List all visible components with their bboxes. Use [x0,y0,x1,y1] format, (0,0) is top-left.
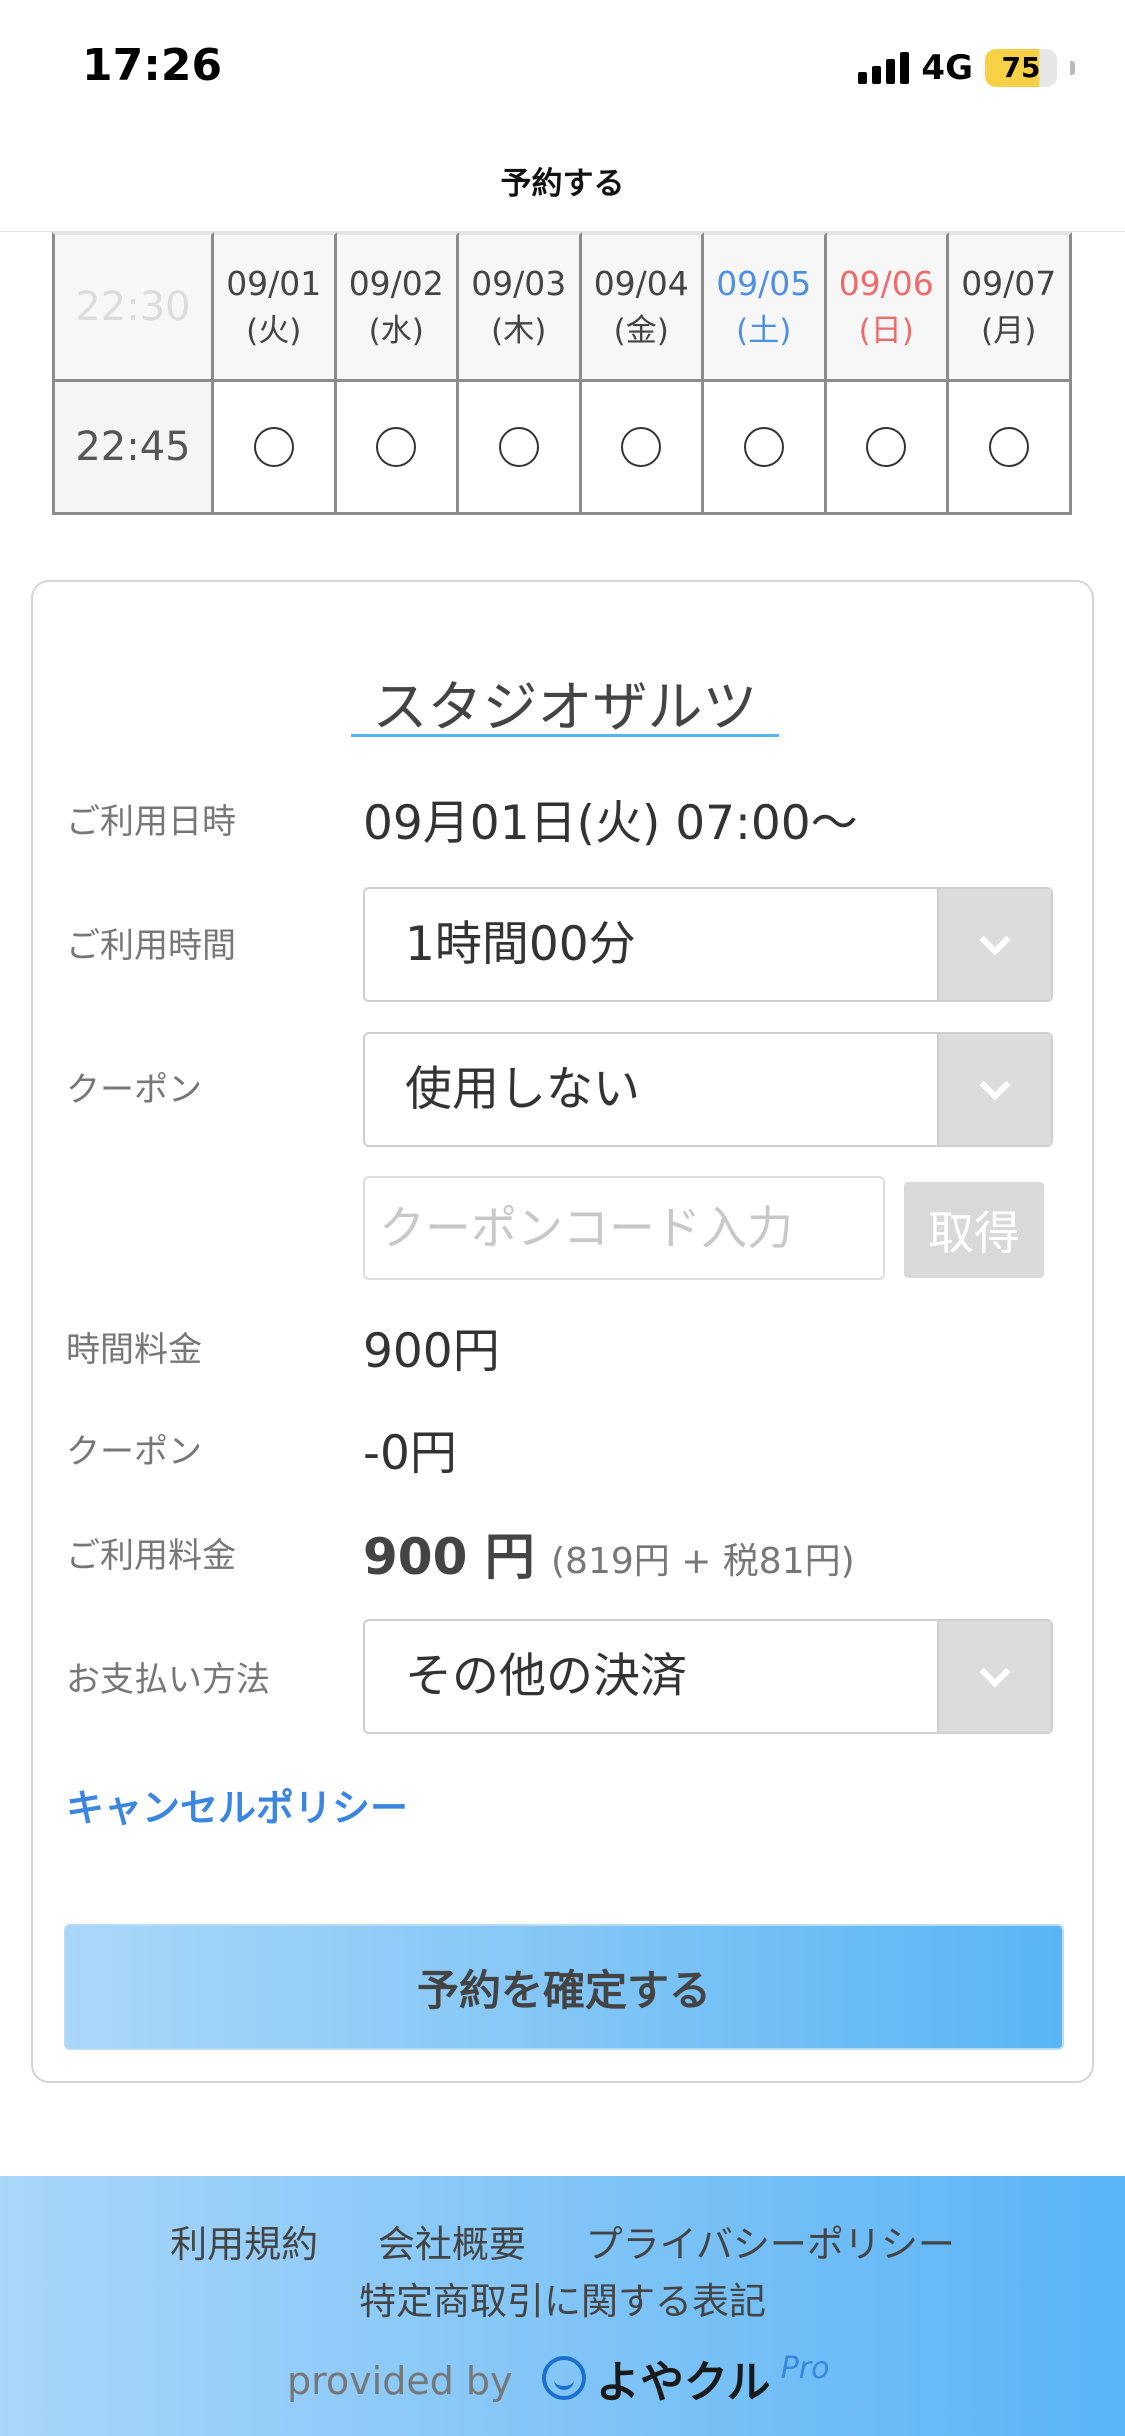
footer-link-commercial-law[interactable]: 特定商取引に関する表記 [0,2271,1125,2325]
time-fee-label: 時間料金 [66,1330,202,1370]
payment-select[interactable]: その他の決済 [363,1619,1053,1734]
day-date: 09/02 [348,264,444,303]
day-date: 09/03 [471,264,567,303]
schedule-day-header: 09/02 (水) [336,232,459,382]
network-type: 4G [921,48,973,88]
chevron-down-icon [979,1655,1011,1688]
battery-level: 75 [1001,51,1041,84]
footer-link-terms[interactable]: 利用規約 [170,2223,318,2266]
available-circle-icon [621,427,662,467]
day-of-week: (水) [368,313,424,349]
total-breakdown: (819円 + 税81円) [551,1541,855,1582]
available-circle-icon [988,427,1029,467]
day-of-week: (日) [858,313,914,349]
schedule-row: 22:45 [52,382,1074,515]
schedule-slot-available[interactable] [949,382,1072,515]
day-of-week: (木) [491,313,547,349]
schedule-slot-available[interactable] [581,382,704,515]
schedule-slot-available[interactable] [704,382,827,515]
duration-dropdown-button[interactable] [937,889,1051,1000]
coupon-discount-label: クーポン [66,1432,202,1472]
status-bar: 17:26 4G 75 [0,0,1125,140]
schedule-day-header: 09/05 (土) [704,232,827,382]
schedule-body: 22:45 [52,382,1074,515]
page-header: 予約する [0,140,1125,232]
schedule-day-header: 09/03 (木) [459,232,582,382]
signal-icon [858,52,910,84]
schedule-slot-available[interactable] [459,382,582,515]
schedule-day-header: 09/06 (日) [826,232,949,382]
datetime-value: 09月01日(火) 07:00〜 [363,796,858,851]
booking-card: スタジオザルツ ご利用日時 09月01日(火) 07:00〜 ご利用時間 1時間… [31,580,1094,2083]
duration-select-value: 1時間00分 [405,917,636,972]
coupon-label: クーポン [66,1070,202,1110]
duration-label: ご利用時間 [66,926,236,966]
payment-select-value: その他の決済 [405,1649,687,1704]
total-label: ご利用料金 [66,1536,236,1576]
coupon-dropdown-button[interactable] [937,1034,1051,1145]
schedule-slot-available[interactable] [214,382,337,515]
payment-label: お支払い方法 [66,1660,270,1700]
cancel-policy-link[interactable]: キャンセルポリシー [66,1777,408,1832]
day-date: 09/07 [961,264,1057,303]
studio-name: スタジオザルツ [372,675,758,739]
available-circle-icon [376,427,417,467]
schedule-row-time: 22:45 [52,382,214,515]
day-date: 09/06 [838,264,934,303]
day-date: 09/01 [226,264,322,303]
available-circle-icon [253,427,294,467]
schedule-day-header: 09/01 (火) [214,232,337,382]
coupon-select[interactable]: 使用しない [363,1032,1053,1147]
smile-logo-icon [542,2356,586,2400]
coupon-code-input[interactable] [363,1176,885,1280]
brand-suffix: Pro [780,2350,830,2386]
day-of-week: (火) [246,313,302,349]
coupon-discount-value: -0円 [363,1426,457,1481]
available-circle-icon [498,427,539,467]
duration-select[interactable]: 1時間00分 [363,887,1053,1002]
day-of-week: (土) [736,313,792,349]
available-circle-icon [743,427,784,467]
time-fee-value: 900円 [363,1324,500,1379]
confirm-booking-button[interactable]: 予約を確定する [64,1924,1064,2050]
schedule-slot-available[interactable] [336,382,459,515]
payment-dropdown-button[interactable] [937,1621,1051,1732]
coupon-select-value: 使用しない [405,1062,640,1117]
available-circle-icon [866,427,907,467]
studio-name-underline [351,734,779,737]
status-indicators: 4G 75 [858,48,1075,88]
day-of-week: (月) [981,313,1037,349]
coupon-get-button[interactable]: 取得 [904,1182,1044,1278]
schedule-header-row: 22:30 09/01 (火) 09/02 (水) 09/03 (木) 09/04 (金) 09… [52,232,1074,382]
provided-by-label: provided by [287,2359,513,2403]
schedule-header-time: 22:30 [52,232,214,382]
chevron-down-icon [979,923,1011,956]
schedule-grid: 22:30 09/01 (火) 09/02 (水) 09/03 (木) 09/04 (金) 09… [52,232,1074,515]
datetime-label: ご利用日時 [66,802,236,842]
brand-logo: よやクル Pro [542,2346,829,2410]
total-value: 900 円 [363,1528,535,1586]
chevron-down-icon [979,1068,1011,1101]
footer-link-privacy[interactable]: プライバシーポリシー [586,2223,955,2266]
status-time: 17:26 [82,40,223,91]
day-of-week: (金) [613,313,669,349]
footer-links: 利用規約 会社概要 プライバシーポリシー [0,2214,1125,2268]
footer-link-company[interactable]: 会社概要 [378,2223,526,2266]
day-date: 09/04 [593,264,689,303]
schedule-day-header: 09/04 (金) [581,232,704,382]
footer: 利用規約 会社概要 プライバシーポリシー 特定商取引に関する表記 provide… [0,2176,1125,2436]
day-date: 09/05 [716,264,812,303]
schedule-day-header: 09/07 (月) [949,232,1072,382]
brand-name: よやクル [596,2357,771,2408]
battery-cap-icon [1070,61,1075,75]
page-title: 予約する [500,166,625,202]
battery-icon: 75 [985,49,1057,87]
schedule-slot-available[interactable] [826,382,949,515]
